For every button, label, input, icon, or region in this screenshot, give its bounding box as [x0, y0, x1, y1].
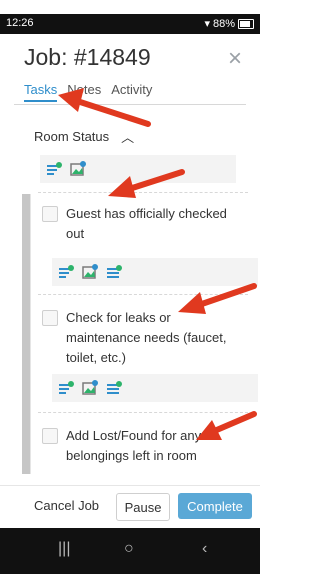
battery-percent: 88%: [212, 17, 235, 30]
checklist-item: Add Lost/Found for any belongings left i…: [38, 416, 248, 474]
recents-icon[interactable]: |||: [58, 540, 70, 558]
tab-notes[interactable]: Notes: [67, 82, 101, 102]
checklist-stripe-edge: [30, 194, 31, 474]
checklist: Guest has officially checked out Check f…: [22, 192, 258, 474]
add-image-icon[interactable]: [70, 161, 86, 177]
add-checklist-icon[interactable]: [106, 380, 122, 396]
system-nav-bar: ||| ○ ‹: [0, 528, 260, 574]
close-icon[interactable]: ×: [228, 45, 242, 73]
divider: [38, 192, 248, 193]
add-image-icon[interactable]: [82, 264, 98, 280]
add-note-icon[interactable]: [46, 161, 62, 177]
status-bar: 12:26 ▾ 88%: [0, 14, 260, 34]
section-quick-add: [40, 155, 236, 183]
divider: [38, 412, 248, 413]
add-note-icon[interactable]: [58, 380, 74, 396]
status-time: 12:26: [6, 17, 34, 29]
tab-tasks[interactable]: Tasks: [24, 82, 58, 102]
task-text: Check for leaks or maintenance needs (fa…: [66, 310, 227, 365]
page-title: Job: #14849: [24, 44, 151, 70]
action-bar: Cancel Job Pause Complete: [0, 485, 260, 528]
task-attachments: [52, 258, 258, 286]
checklist-stripe: [22, 194, 30, 474]
tab-bar: Tasks Notes Activity: [24, 82, 152, 102]
battery-icon: [238, 18, 254, 29]
wifi-icon: ▾: [204, 18, 210, 30]
tab-activity[interactable]: Activity: [111, 82, 152, 102]
pause-button[interactable]: Pause: [116, 493, 170, 521]
tab-divider: [14, 104, 246, 105]
section-title: Room Status: [34, 129, 110, 144]
cancel-job-button[interactable]: Cancel Job: [34, 498, 99, 513]
checklist-item: Guest has officially checked out: [38, 194, 258, 290]
task-text: Guest has officially checked out: [66, 206, 227, 241]
add-image-icon[interactable]: [82, 380, 98, 396]
home-icon[interactable]: ○: [124, 540, 134, 558]
task-checkbox[interactable]: [42, 428, 58, 444]
back-icon[interactable]: ‹: [202, 540, 207, 558]
divider: [38, 294, 248, 295]
chevron-up-icon[interactable]: ︿: [121, 127, 134, 146]
add-checklist-icon[interactable]: [106, 264, 122, 280]
status-icons: ▾ 88%: [204, 17, 254, 30]
task-text: Add Lost/Found for any belongings left i…: [66, 428, 202, 463]
complete-button[interactable]: Complete: [178, 493, 252, 519]
add-note-icon[interactable]: [58, 264, 74, 280]
checklist-item: Check for leaks or maintenance needs (fa…: [38, 298, 258, 408]
section-header[interactable]: Room Status ︿: [34, 127, 134, 146]
task-checkbox[interactable]: [42, 310, 58, 326]
task-checkbox[interactable]: [42, 206, 58, 222]
task-attachments: [52, 374, 258, 402]
